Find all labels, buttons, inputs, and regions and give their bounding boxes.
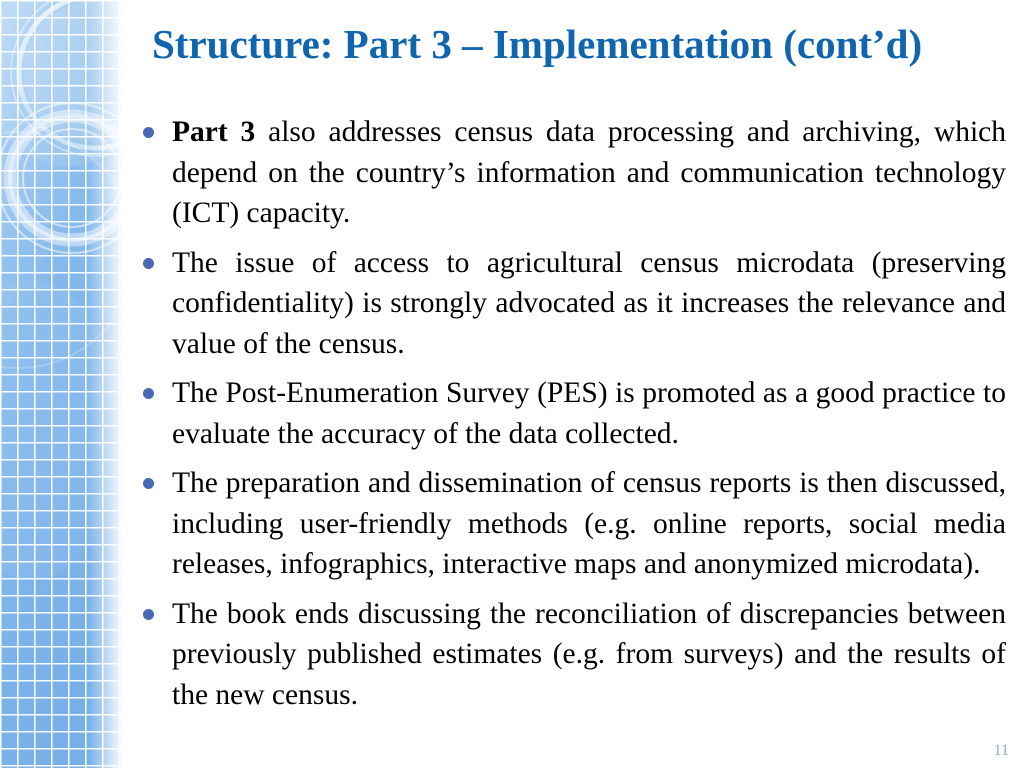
slide-title: Structure: Part 3 – Implementation (cont… [152, 21, 923, 67]
list-item: The issue of access to agricultural cens… [140, 243, 1006, 365]
bullet-dot-icon [143, 127, 154, 138]
bullet-dot-icon [143, 478, 154, 489]
page-number: 11 [993, 742, 1009, 759]
list-item: The Post-Enumeration Survey (PES) is pro… [140, 373, 1006, 454]
list-item-lead-bold: Part 3 [172, 116, 256, 148]
list-item: The preparation and dissemination of cen… [140, 463, 1006, 585]
bullet-list: Part 3 also addresses census data proces… [140, 112, 1006, 715]
list-item-text: The preparation and dissemination of cen… [172, 467, 1006, 580]
list-item-text: The book ends discussing the reconciliat… [172, 597, 1006, 711]
decorative-grid-band [0, 0, 122, 768]
list-item-body: also addresses census data processing an… [172, 116, 1006, 229]
list-item-text: Part 3 also addresses census data proces… [172, 112, 1006, 234]
list-item-text: The issue of access to agricultural cens… [172, 246, 1006, 360]
presentation-slide: Structure: Part 3 – Implementation (cont… [0, 0, 1024, 768]
bullet-dot-icon [143, 608, 154, 620]
bullet-dot-icon [143, 257, 154, 269]
bullet-dot-icon [143, 388, 154, 399]
grid-rings-graphic [0, 0, 122, 768]
list-item: Part 3 also addresses census data proces… [140, 112, 1006, 234]
list-item-text: The Post-Enumeration Survey (PES) is pro… [172, 377, 1006, 450]
list-item: The book ends discussing the reconciliat… [140, 594, 1006, 716]
